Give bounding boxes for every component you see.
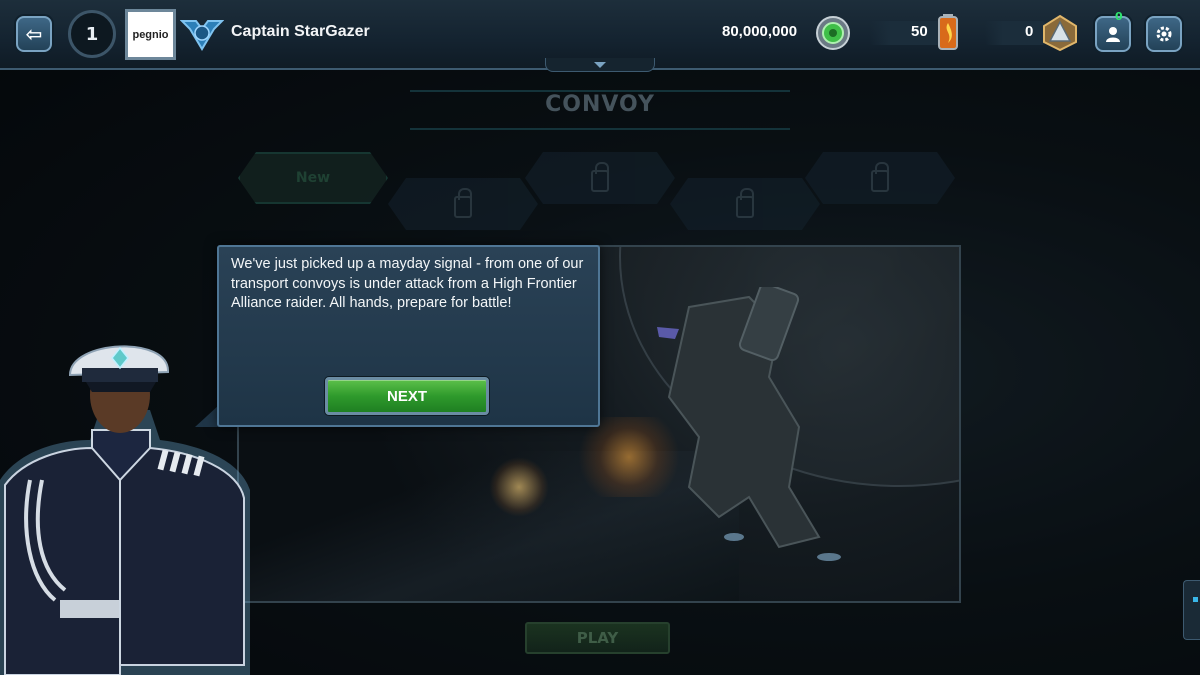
dialog-message: We've just picked up a mayday signal - f… — [231, 256, 584, 311]
back-arrow-icon: ⇦ — [25, 22, 43, 46]
back-button[interactable]: ⇦ — [16, 16, 52, 52]
friends-button[interactable] — [1095, 16, 1131, 52]
lock-icon — [454, 188, 472, 218]
mech-robot-image — [657, 287, 841, 561]
mission-node-locked[interactable] — [388, 178, 538, 230]
lock-icon — [736, 188, 754, 218]
dialog-tail — [195, 405, 219, 427]
fuel-canister-icon[interactable] — [937, 13, 959, 51]
fuel-bar — [870, 21, 940, 45]
medal-value: 0 — [1025, 23, 1034, 40]
settings-button[interactable] — [1146, 16, 1182, 52]
lock-icon — [871, 162, 889, 192]
friends-count-badge: 0 — [1115, 10, 1123, 23]
friends-icon — [1106, 27, 1120, 42]
player-level-badge: 1 — [68, 10, 116, 58]
handle-indicator-icon — [1193, 597, 1198, 602]
mission-node-label: New — [295, 170, 331, 186]
rank-wings-icon — [180, 20, 224, 51]
dropdown-tab[interactable] — [545, 58, 655, 72]
dialog-box: We've just picked up a mayday signal - f… — [217, 245, 600, 427]
captain-name: Captain StarGazer — [231, 23, 370, 40]
medal-bar — [985, 21, 1045, 45]
play-button[interactable]: PLAY — [525, 622, 670, 654]
explosion-image — [489, 457, 549, 517]
player-avatar[interactable]: pegnio — [125, 9, 176, 60]
mission-node-locked[interactable] — [525, 152, 675, 204]
credits-gear-icon[interactable] — [814, 14, 852, 52]
credits-value: 80,000,000 — [722, 23, 798, 40]
mission-node-locked[interactable] — [805, 152, 955, 204]
lock-icon — [591, 162, 609, 192]
chevron-down-icon — [594, 61, 606, 68]
title-divider-bottom — [410, 128, 790, 130]
next-button[interactable]: NEXT — [325, 377, 489, 415]
fuel-value: 50 — [911, 23, 928, 40]
convoy-title: CONVOY — [545, 92, 655, 117]
side-panel-handle[interactable] — [1183, 580, 1200, 640]
mission-node-locked[interactable] — [670, 178, 820, 230]
mission-node-new[interactable]: New — [238, 152, 388, 204]
settings-gear-icon — [1156, 26, 1172, 42]
medal-triangle-icon[interactable] — [1041, 14, 1079, 52]
avatar-label: pegnio — [132, 28, 169, 41]
